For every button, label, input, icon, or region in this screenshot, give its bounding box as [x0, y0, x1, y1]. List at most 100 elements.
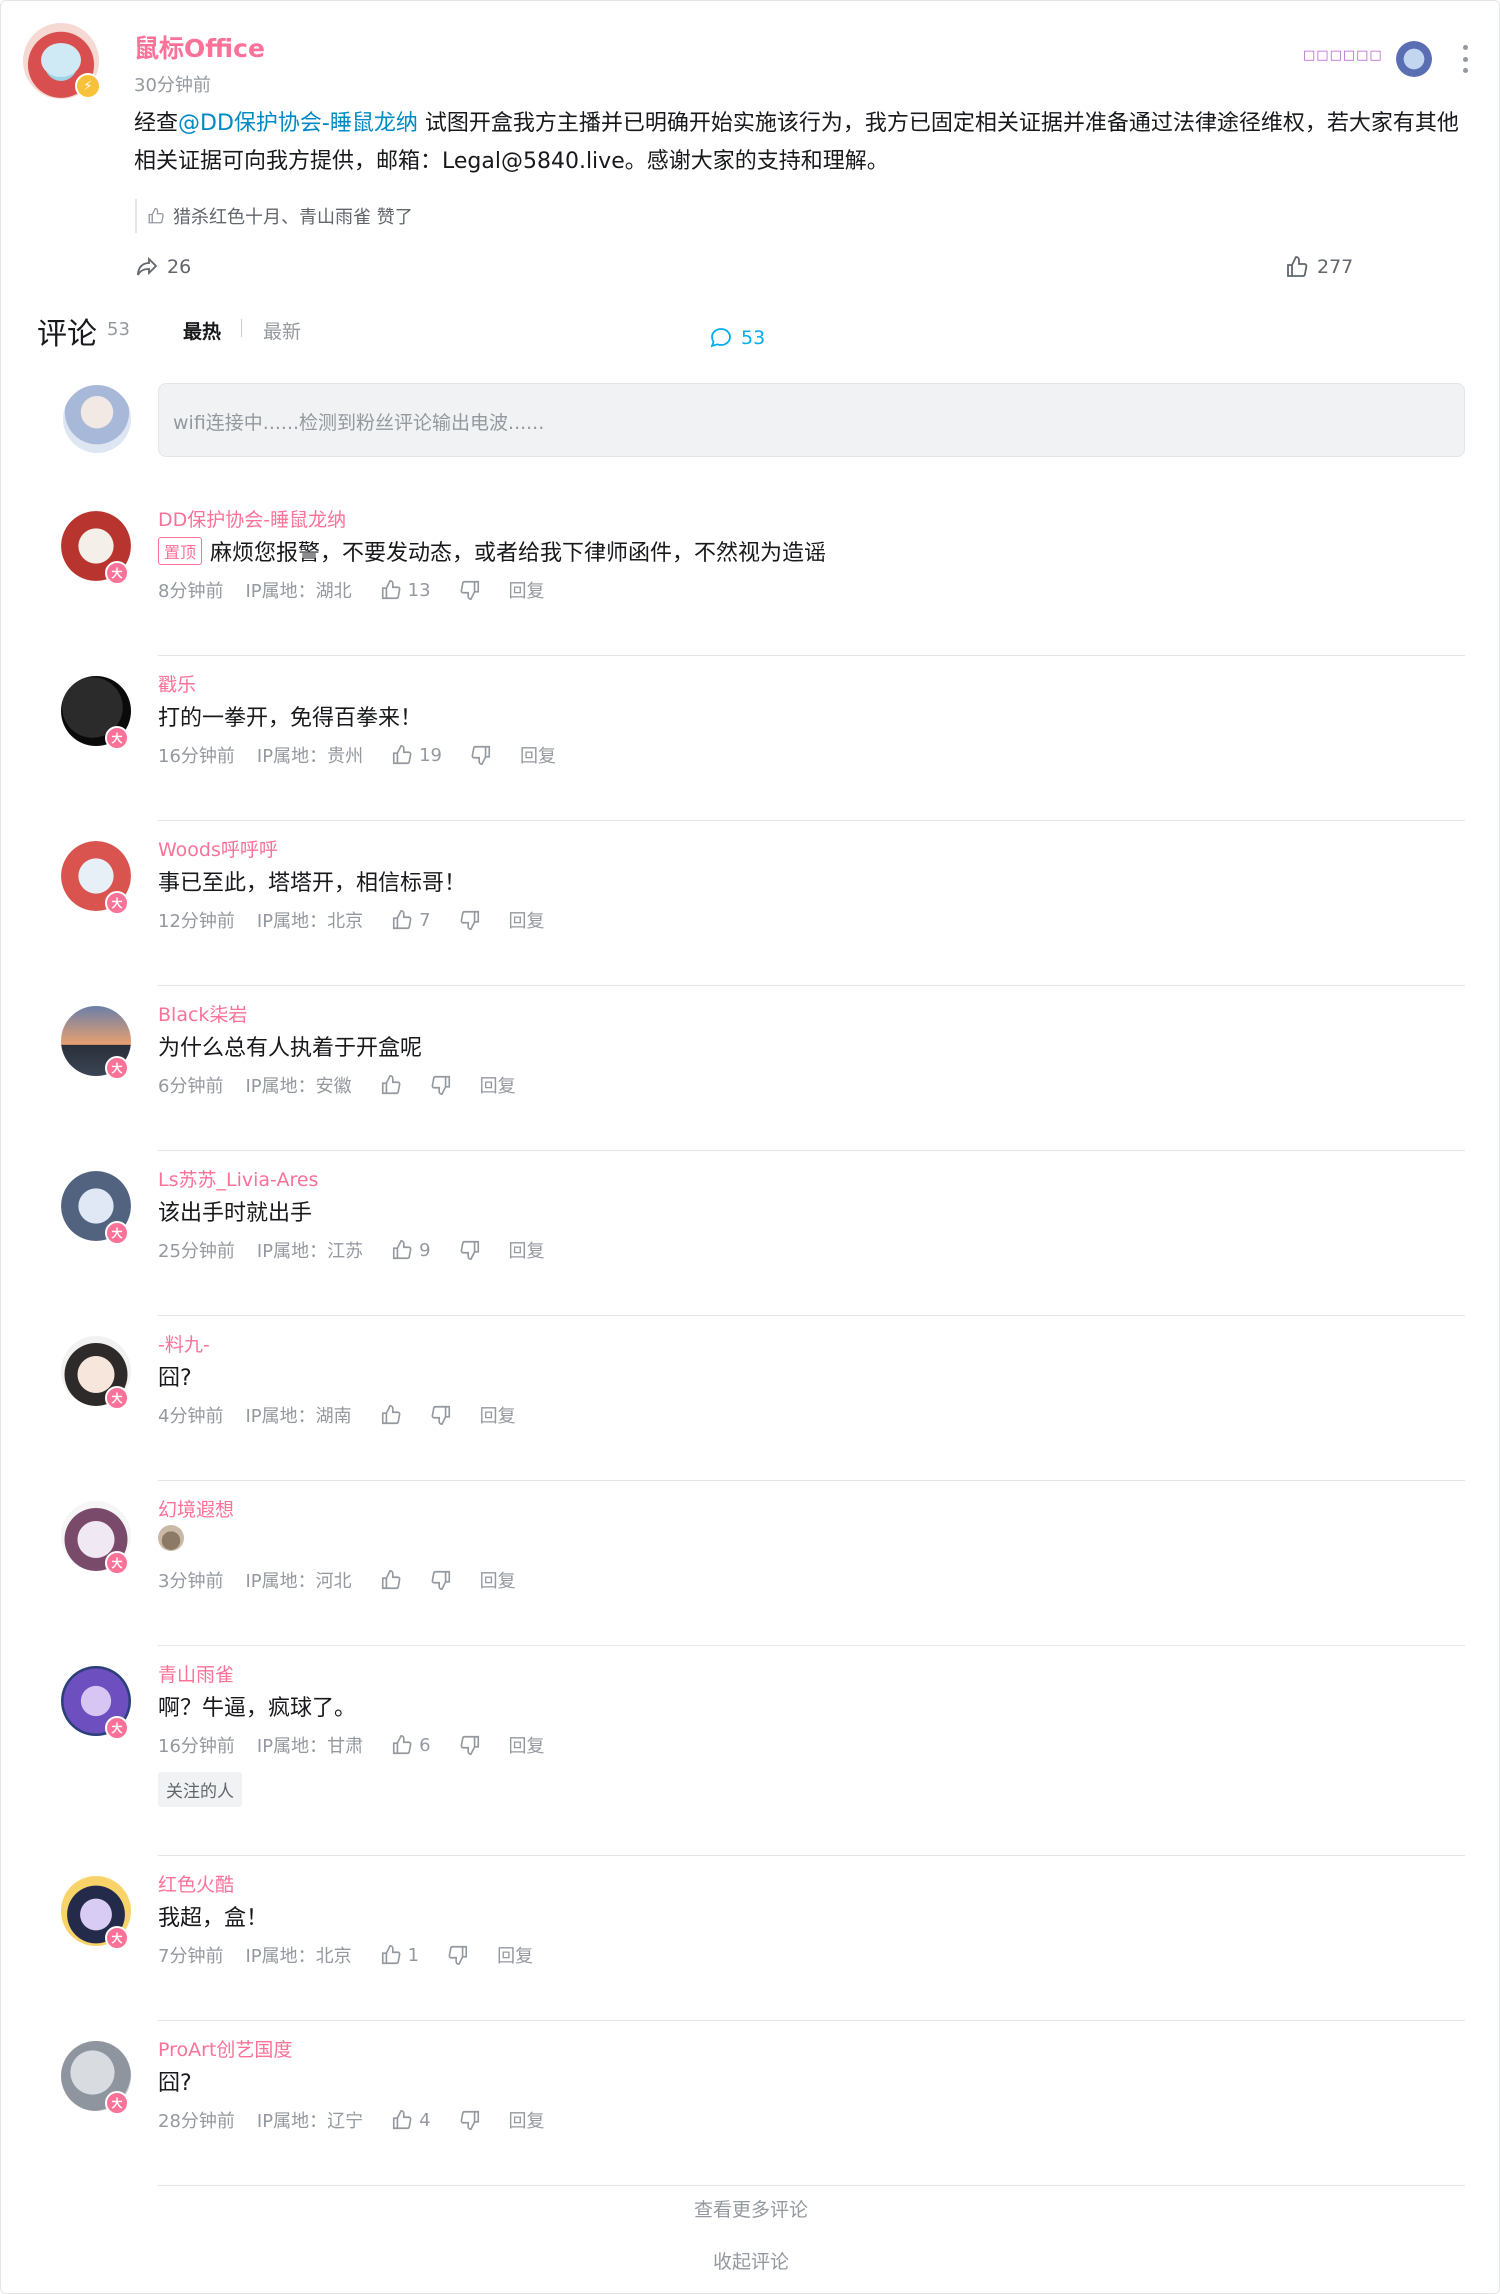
commenter-name[interactable]: Ls苏苏_Livia-Ares	[158, 1165, 318, 1192]
more-options-icon[interactable]	[1455, 41, 1475, 77]
see-more-comments-link[interactable]: 查看更多评论	[1, 2195, 1500, 2222]
thumbs-down-icon	[460, 580, 479, 600]
author-avatar[interactable]: ⚡	[23, 23, 101, 99]
pinned-badge: 置顶	[158, 537, 203, 565]
comment-ip: IP属地：湖北	[245, 581, 352, 602]
comment-count: 53	[741, 326, 766, 349]
comment-time: 7分钟前	[158, 1946, 224, 1967]
thumbs-down-icon	[460, 2110, 479, 2130]
comment-like-button[interactable]	[380, 1074, 402, 1096]
share-button[interactable]: 26	[135, 255, 191, 279]
comment-dislike-button[interactable]	[459, 1734, 481, 1756]
thumbs-up-icon	[381, 1405, 401, 1425]
comment-body: 我超，盒！	[158, 1900, 268, 1932]
sort-hot-tab[interactable]: 最热	[183, 317, 221, 344]
comment-item: 大 Woods呼呼呼 事已至此，塔塔开，相信标哥！ 12分钟前 IP属地：北京 …	[1, 821, 1500, 986]
comment-like-button[interactable]	[380, 1569, 402, 1591]
comment-dislike-button[interactable]	[470, 744, 492, 766]
comment-reply-button[interactable]: 回复	[480, 1402, 516, 1428]
post-content: 经查@DD保护协会-睡鼠龙纳 试图开盒我方主播并已明确开始实施该行为，我方已固定…	[134, 105, 1474, 181]
level-badge-icon: 大	[105, 1551, 129, 1575]
thumbs-up-icon	[381, 1945, 401, 1965]
lightning-badge-icon: ⚡	[75, 73, 101, 99]
thumbs-up-icon	[381, 1075, 401, 1095]
comment-meta: 28分钟前 IP属地：辽宁 4 回复	[158, 2107, 545, 2133]
comment-reply-button[interactable]: 回复	[509, 1732, 545, 1758]
liked-by-text: 猎杀红色十月、青山雨雀 赞了	[173, 207, 413, 228]
comment-icon	[710, 327, 731, 347]
comment-dislike-button[interactable]	[459, 909, 481, 931]
like-button[interactable]: 277	[1285, 255, 1353, 279]
thumbs-up-icon	[381, 1570, 401, 1590]
thumbs-up-icon	[393, 745, 412, 765]
comment-like-button[interactable]: 6	[391, 1734, 431, 1756]
comment-dislike-button[interactable]	[430, 1074, 452, 1096]
comment-reply-button[interactable]: 回复	[480, 1567, 516, 1593]
comment-dislike-button[interactable]	[459, 1239, 481, 1261]
thumbs-down-icon	[460, 1240, 479, 1260]
comment-text: 麻烦您报警，不要发动态，或者给我下律师函件，不然视为造谣	[210, 541, 827, 566]
comment-dislike-button[interactable]	[447, 1944, 469, 1966]
my-avatar	[63, 385, 131, 453]
level-badge-icon: 大	[105, 726, 129, 750]
comment-like-button[interactable]	[380, 1404, 402, 1426]
comment-reply-button[interactable]: 回复	[520, 742, 556, 768]
level-badge-icon: 大	[105, 1056, 129, 1080]
thumbs-up-icon	[393, 2110, 412, 2130]
comment-reply-button[interactable]: 回复	[509, 577, 545, 603]
comment-reply-button[interactable]: 回复	[509, 907, 545, 933]
comment-item: 大 DD保护协会-睡鼠龙纳 置顶 麻烦您报警，不要发动态，或者给我下律师函件，不然…	[1, 491, 1500, 656]
commenter-name[interactable]: ProArt创艺国度	[158, 2035, 292, 2062]
comment-item: 大 红色火酷 我超，盒！ 7分钟前 IP属地：北京 1 回复	[1, 1856, 1500, 2021]
comment-time: 25分钟前	[158, 1241, 235, 1262]
comment-body	[158, 1525, 184, 1551]
mention-link[interactable]: @DD保护协会-睡鼠龙纳	[178, 111, 418, 136]
thumbs-down-icon	[460, 1735, 479, 1755]
comment-reply-button[interactable]: 回复	[509, 1237, 545, 1263]
comment-text: 囧?	[158, 1366, 192, 1391]
comment-body: 事已至此，塔塔开，相信标哥！	[158, 865, 466, 897]
comment-like-button[interactable]: 4	[391, 2109, 431, 2131]
comment-like-button[interactable]: 13	[380, 579, 431, 601]
comment-like-button[interactable]: 7	[391, 909, 431, 931]
commenter-name[interactable]: Woods呼呼呼	[158, 835, 278, 862]
sort-new-tab[interactable]: 最新	[263, 317, 301, 344]
commenter-name[interactable]: 戳乐	[158, 670, 196, 697]
comment-body: 置顶 麻烦您报警，不要发动态，或者给我下律师函件，不然视为造谣	[158, 535, 826, 567]
comment-dislike-button[interactable]	[430, 1404, 452, 1426]
commenter-name[interactable]: 红色火酷	[158, 1870, 234, 1897]
level-badge-icon: 大	[105, 1221, 129, 1245]
comment-input[interactable]: wifi连接中......检测到粉丝评论输出电波......	[158, 383, 1465, 457]
thumbs-up-icon	[393, 1240, 412, 1260]
thumbs-up-icon	[1287, 256, 1308, 277]
commenter-name[interactable]: DD保护协会-睡鼠龙纳	[158, 505, 346, 532]
thumbs-up-icon	[393, 910, 412, 930]
comment-like-button[interactable]: 1	[380, 1944, 419, 1966]
comment-body: 囧?	[158, 2065, 192, 2097]
comment-ip: IP属地：河北	[245, 1571, 352, 1592]
post-card: ⚡ 鼠标Office 30分钟前 □□□□□□ 经查@DD保护协会-睡鼠龙纳 试…	[0, 0, 1500, 2294]
level-badge-icon: 大	[105, 1386, 129, 1410]
level-badge-icon: 大	[105, 891, 129, 915]
author-name[interactable]: 鼠标Office	[134, 29, 265, 65]
collapse-comments-link[interactable]: 收起评论	[1, 2247, 1500, 2274]
thumbs-up-icon	[148, 207, 164, 224]
commenter-name[interactable]: Black柒岩	[158, 1000, 247, 1027]
comment-reply-button[interactable]: 回复	[497, 1942, 533, 1968]
comment-dislike-button[interactable]	[459, 2109, 481, 2131]
commenter-name[interactable]: 青山雨雀	[158, 1660, 234, 1687]
comment-reply-button[interactable]: 回复	[509, 2107, 545, 2133]
level-badge-icon: 大	[105, 1926, 129, 1950]
comment-dislike-button[interactable]	[430, 1569, 452, 1591]
like-count: 277	[1317, 256, 1354, 278]
comment-like-count: 1	[407, 1944, 420, 1966]
comment-time: 12分钟前	[158, 911, 235, 932]
thumbs-down-icon	[471, 745, 491, 765]
commenter-name[interactable]: -料九-	[158, 1330, 210, 1357]
thumbs-down-icon	[431, 1570, 450, 1590]
commenter-name[interactable]: 幻境遐想	[158, 1495, 234, 1522]
comment-reply-button[interactable]: 回复	[480, 1072, 516, 1098]
comment-like-button[interactable]: 19	[391, 744, 442, 766]
comment-dislike-button[interactable]	[459, 579, 481, 601]
comment-like-button[interactable]: 9	[391, 1239, 431, 1261]
